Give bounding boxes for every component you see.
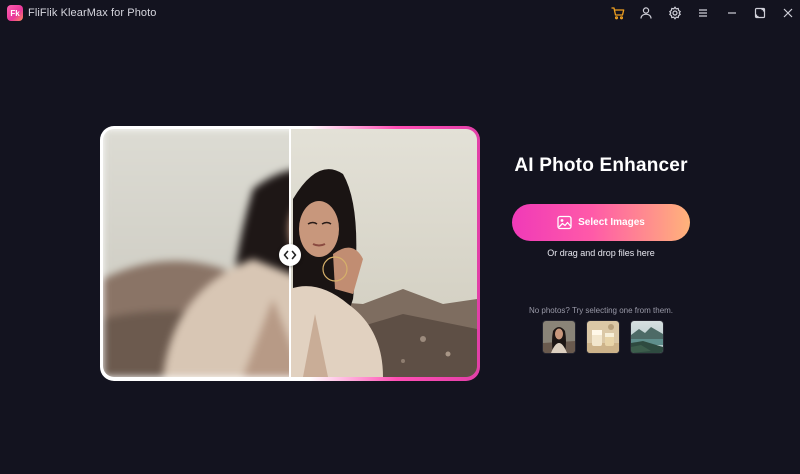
gear-icon[interactable] <box>667 5 683 21</box>
maximize-icon[interactable] <box>752 5 768 21</box>
close-icon[interactable] <box>780 5 796 21</box>
drag-drop-hint: Or drag and drop files here <box>547 248 655 258</box>
preview-image-frame <box>103 129 477 377</box>
before-image <box>103 129 290 377</box>
compare-slider-handle[interactable] <box>279 244 301 266</box>
user-icon[interactable] <box>638 5 654 21</box>
image-icon <box>557 215 572 230</box>
select-images-label: Select Images <box>578 217 645 228</box>
app-window: Fk FliFlik KlearMax for Photo AI Photo E… <box>0 0 800 474</box>
sample-thumb-landscape[interactable] <box>630 320 664 354</box>
menu-icon[interactable] <box>695 5 711 21</box>
after-image <box>290 129 477 377</box>
app-logo-icon: Fk <box>7 5 23 21</box>
sample-thumb-drinks[interactable] <box>586 320 620 354</box>
sample-thumb-portrait[interactable] <box>542 320 576 354</box>
title-bar: Fk FliFlik KlearMax for Photo <box>0 0 800 28</box>
page-title: AI Photo Enhancer <box>514 155 688 176</box>
samples-hint: No photos? Try selecting one from them. <box>528 306 674 315</box>
select-images-button[interactable]: Select Images <box>512 204 690 241</box>
before-after-preview <box>100 126 480 381</box>
cart-icon[interactable] <box>610 5 626 21</box>
sample-thumbnails <box>542 320 664 354</box>
app-title: FliFlik KlearMax for Photo <box>28 7 157 19</box>
minimize-icon[interactable] <box>724 5 740 21</box>
